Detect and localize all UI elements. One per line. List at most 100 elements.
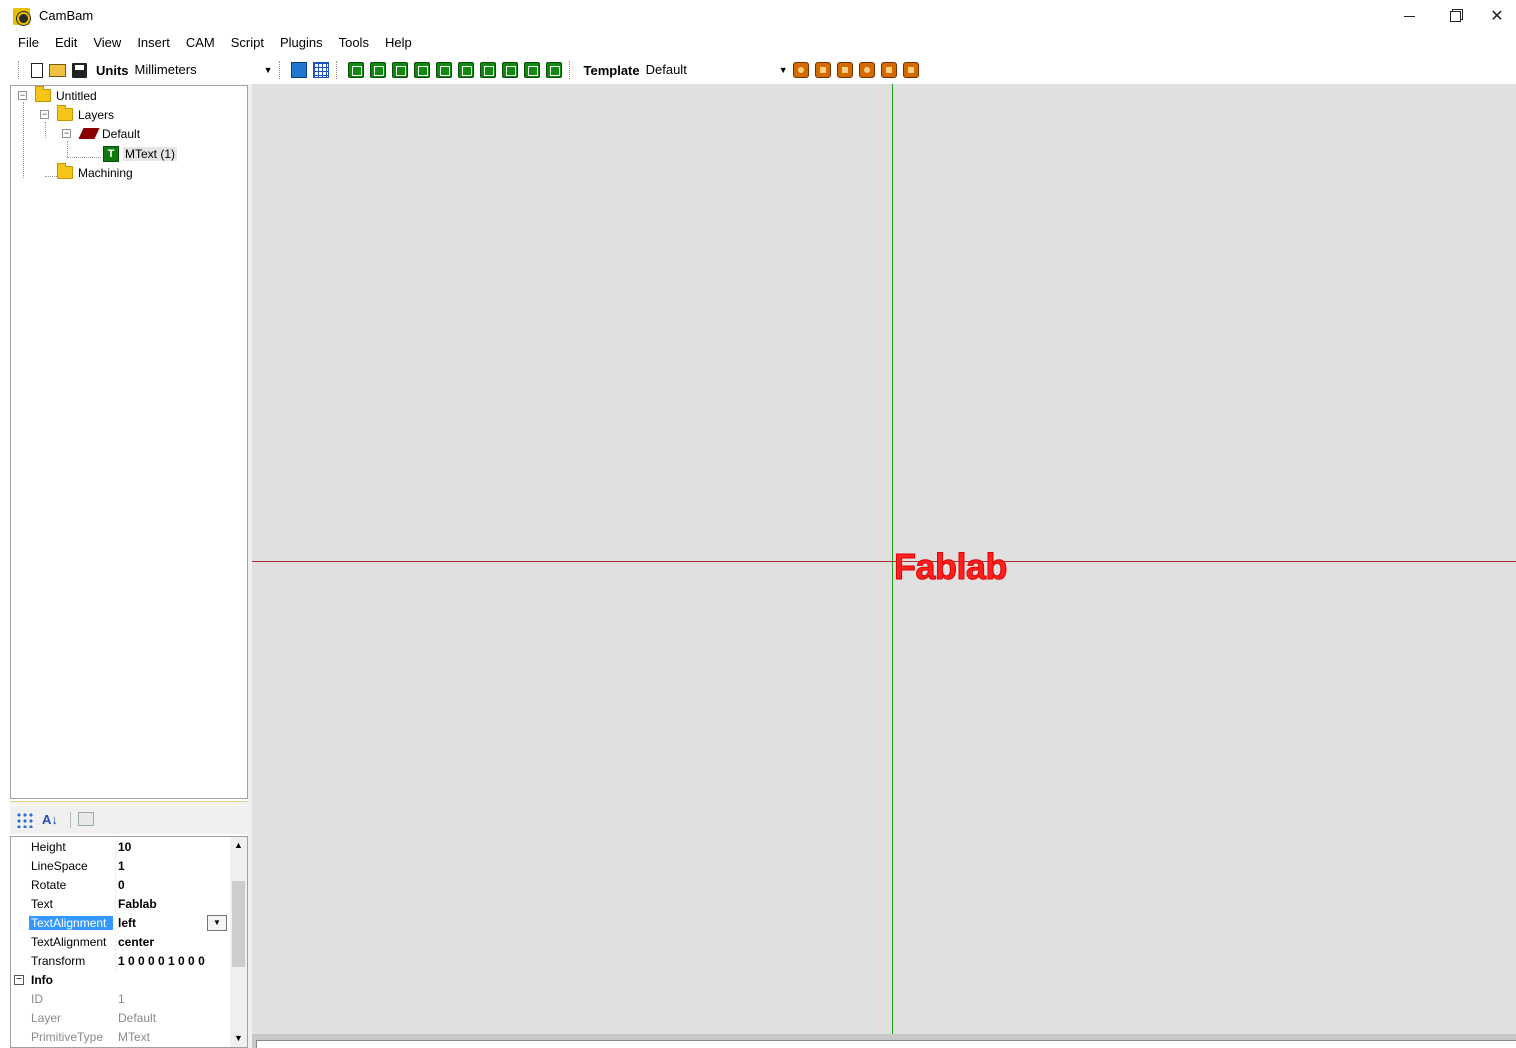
- mtext-object[interactable]: Fablab: [893, 546, 1008, 588]
- draw-rectangle-icon[interactable]: [457, 62, 474, 78]
- tree-label: Untitled: [56, 88, 97, 103]
- tree-item-untitled[interactable]: Untitled: [35, 86, 97, 105]
- message-output[interactable]: [256, 1040, 1516, 1048]
- draw-region-icon[interactable]: [523, 62, 540, 78]
- alphabetical-sort-icon[interactable]: A↓: [42, 812, 60, 828]
- scroll-down-icon[interactable]: ▼: [230, 1030, 247, 1047]
- column-divider: [115, 895, 116, 914]
- draw-line-icon[interactable]: [347, 62, 364, 78]
- close-button[interactable]: ✕: [1478, 0, 1516, 32]
- chevron-down-icon: ▼: [778, 65, 788, 75]
- menu-bar: File Edit View Insert CAM Script Plugins…: [0, 32, 1516, 54]
- property-row[interactable]: PrimitiveType MText: [11, 1028, 229, 1047]
- property-value[interactable]: 0: [118, 878, 228, 892]
- property-row[interactable]: Text Fablab: [11, 895, 229, 914]
- toolbar-grip[interactable]: [335, 61, 339, 79]
- property-row[interactable]: TextAlignment center: [11, 933, 229, 952]
- property-row[interactable]: ID 1: [11, 990, 229, 1009]
- scroll-up-icon[interactable]: ▲: [230, 837, 247, 854]
- property-name: TextAlignment: [31, 935, 107, 949]
- menu-help[interactable]: Help: [377, 32, 420, 54]
- open-folder-icon[interactable]: [49, 63, 66, 77]
- property-row[interactable]: Transform 1 0 0 0 0 1 0 0 0: [11, 952, 229, 971]
- property-name: Height: [31, 840, 66, 854]
- property-value[interactable]: Fablab: [118, 897, 228, 911]
- window-title: CamBam: [39, 8, 94, 23]
- draw-text-icon[interactable]: [545, 62, 562, 78]
- layer-icon: [78, 128, 100, 139]
- tree-item-mtext[interactable]: T MText (1): [103, 144, 178, 163]
- property-value: MText: [118, 1030, 151, 1044]
- 3d-profile-op-icon[interactable]: [880, 62, 897, 78]
- property-name: LineSpace: [31, 859, 88, 873]
- menu-view[interactable]: View: [85, 32, 129, 54]
- tree-connector: [45, 176, 57, 177]
- draw-surface-icon[interactable]: [501, 62, 518, 78]
- menu-plugins[interactable]: Plugins: [272, 32, 331, 54]
- draw-arc-icon[interactable]: [391, 62, 408, 78]
- property-scrollbar[interactable]: ▲ ▼: [230, 837, 247, 1047]
- property-row[interactable]: LineSpace 1: [11, 857, 229, 876]
- category-name: Info: [31, 973, 53, 987]
- toolbar-grip[interactable]: [18, 61, 21, 79]
- profile-op-icon[interactable]: [792, 62, 809, 78]
- toolbar-grip[interactable]: [568, 61, 572, 79]
- tree-label: MText (1): [123, 146, 178, 161]
- property-value[interactable]: 10: [118, 840, 228, 854]
- template-value: Default: [645, 62, 687, 77]
- property-row[interactable]: Height 10: [11, 838, 229, 857]
- units-label: Units: [96, 62, 129, 78]
- tree-connector: [45, 122, 46, 138]
- property-pages-icon[interactable]: [78, 812, 94, 826]
- pocket-op-icon[interactable]: [814, 62, 831, 78]
- tree-item-layers[interactable]: Layers: [57, 105, 114, 124]
- folder-icon: [35, 86, 51, 102]
- category-row-info[interactable]: − Info: [11, 971, 229, 990]
- categorized-icon[interactable]: [16, 812, 34, 828]
- tree-label: Machining: [78, 165, 133, 180]
- tree-item-layer-default[interactable]: Default: [78, 124, 140, 143]
- save-icon[interactable]: [72, 62, 87, 78]
- property-value[interactable]: center: [118, 935, 228, 949]
- draw-points-icon[interactable]: [413, 62, 430, 78]
- menu-file[interactable]: File: [10, 32, 47, 54]
- lathe-op-icon[interactable]: [902, 62, 919, 78]
- dropdown-button[interactable]: ▼: [207, 915, 227, 931]
- drawing-viewport[interactable]: Fablab: [252, 84, 1516, 1034]
- draw-circle-icon[interactable]: [369, 62, 386, 78]
- property-name: ID: [31, 992, 43, 1006]
- toolbar-grip[interactable]: [278, 61, 282, 79]
- property-row[interactable]: Layer Default: [11, 1009, 229, 1028]
- property-row[interactable]: Rotate 0: [11, 876, 229, 895]
- snap-icon[interactable]: [290, 62, 307, 78]
- menu-cam[interactable]: CAM: [178, 32, 223, 54]
- template-select[interactable]: Default ▼: [646, 60, 790, 80]
- draw-spline-icon[interactable]: [479, 62, 496, 78]
- menu-insert[interactable]: Insert: [129, 32, 178, 54]
- collapse-default-layer[interactable]: −: [62, 129, 71, 138]
- menu-edit[interactable]: Edit: [47, 32, 85, 54]
- horizontal-splitter[interactable]: [10, 801, 248, 805]
- collapse-layers[interactable]: −: [40, 110, 49, 119]
- restore-button[interactable]: [1432, 0, 1478, 32]
- toolbar-separator: [70, 812, 71, 828]
- units-select[interactable]: Millimeters ▼: [135, 60, 275, 80]
- minimize-button[interactable]: [1386, 0, 1432, 32]
- scroll-thumb[interactable]: [232, 881, 245, 967]
- draw-polyline-icon[interactable]: [435, 62, 452, 78]
- grid-icon[interactable]: [312, 62, 329, 78]
- collapse-info[interactable]: −: [14, 975, 24, 985]
- menu-tools[interactable]: Tools: [331, 32, 377, 54]
- property-row-selected[interactable]: TextAlignment left ▼: [11, 914, 229, 933]
- property-value[interactable]: 1: [118, 859, 228, 873]
- tree-connector: [67, 157, 101, 158]
- tree-item-machining[interactable]: Machining: [57, 163, 133, 182]
- collapse-untitled[interactable]: −: [18, 91, 27, 100]
- column-divider: [115, 933, 116, 952]
- engrave-op-icon[interactable]: [858, 62, 875, 78]
- property-value[interactable]: 1 0 0 0 0 1 0 0 0: [118, 954, 228, 968]
- menu-script[interactable]: Script: [223, 32, 272, 54]
- new-file-icon[interactable]: [31, 62, 43, 78]
- drill-op-icon[interactable]: [836, 62, 853, 78]
- property-name: Transform: [31, 954, 86, 968]
